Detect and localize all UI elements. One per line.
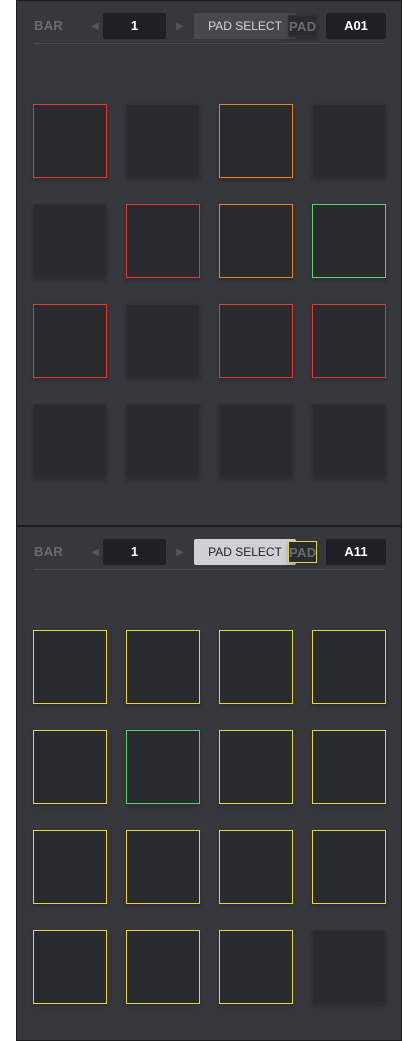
bar-next-arrow-icon[interactable]: ▶ <box>174 17 186 35</box>
pad[interactable] <box>33 104 107 178</box>
pad[interactable] <box>312 830 386 904</box>
pad[interactable] <box>33 304 107 378</box>
bar-prev-arrow-icon[interactable]: ◀ <box>89 17 101 35</box>
pad[interactable] <box>312 304 386 378</box>
pad-grid-panel-1: BAR ◀ 1 ▶ PAD SELECT PAD A01 <box>16 0 402 526</box>
panel-header: BAR ◀ 1 ▶ PAD SELECT PAD A11 <box>34 535 386 570</box>
pad-label: PAD <box>288 541 318 563</box>
pad[interactable] <box>33 204 107 278</box>
pad[interactable] <box>126 204 200 278</box>
pad-select-button[interactable]: PAD SELECT <box>194 539 296 565</box>
pad[interactable] <box>219 730 293 804</box>
bar-value-field[interactable]: 1 <box>103 13 166 39</box>
pad-select-button[interactable]: PAD SELECT <box>194 13 296 39</box>
pad-grid-panel-2: BAR ◀ 1 ▶ PAD SELECT PAD A11 <box>16 526 402 1041</box>
pad[interactable] <box>126 730 200 804</box>
bar-label: BAR <box>34 18 64 33</box>
pad[interactable] <box>312 930 386 1004</box>
pad[interactable] <box>219 304 293 378</box>
bar-next-arrow-icon[interactable]: ▶ <box>174 543 186 561</box>
pad[interactable] <box>33 630 107 704</box>
pad[interactable] <box>33 930 107 1004</box>
pad[interactable] <box>33 404 107 478</box>
pad[interactable] <box>126 930 200 1004</box>
pad[interactable] <box>219 830 293 904</box>
pad[interactable] <box>219 204 293 278</box>
pad[interactable] <box>219 104 293 178</box>
pad[interactable] <box>312 730 386 804</box>
panel-header: BAR ◀ 1 ▶ PAD SELECT PAD A01 <box>34 9 386 44</box>
pad[interactable] <box>219 404 293 478</box>
pad[interactable] <box>312 204 386 278</box>
pad-grid <box>33 630 386 1004</box>
pad-value-field[interactable]: A11 <box>326 539 386 565</box>
pad-label: PAD <box>288 15 318 37</box>
pad[interactable] <box>126 104 200 178</box>
pad[interactable] <box>33 830 107 904</box>
pad[interactable] <box>126 830 200 904</box>
pad[interactable] <box>33 730 107 804</box>
pad[interactable] <box>219 630 293 704</box>
pad[interactable] <box>126 404 200 478</box>
bar-label: BAR <box>34 544 64 559</box>
pad-value-field[interactable]: A01 <box>326 13 386 39</box>
pad[interactable] <box>312 630 386 704</box>
pad[interactable] <box>312 104 386 178</box>
pad[interactable] <box>219 930 293 1004</box>
bar-value-field[interactable]: 1 <box>103 539 166 565</box>
bar-prev-arrow-icon[interactable]: ◀ <box>89 543 101 561</box>
pad[interactable] <box>126 630 200 704</box>
pad[interactable] <box>126 304 200 378</box>
pad[interactable] <box>312 404 386 478</box>
pad-grid <box>33 104 386 478</box>
